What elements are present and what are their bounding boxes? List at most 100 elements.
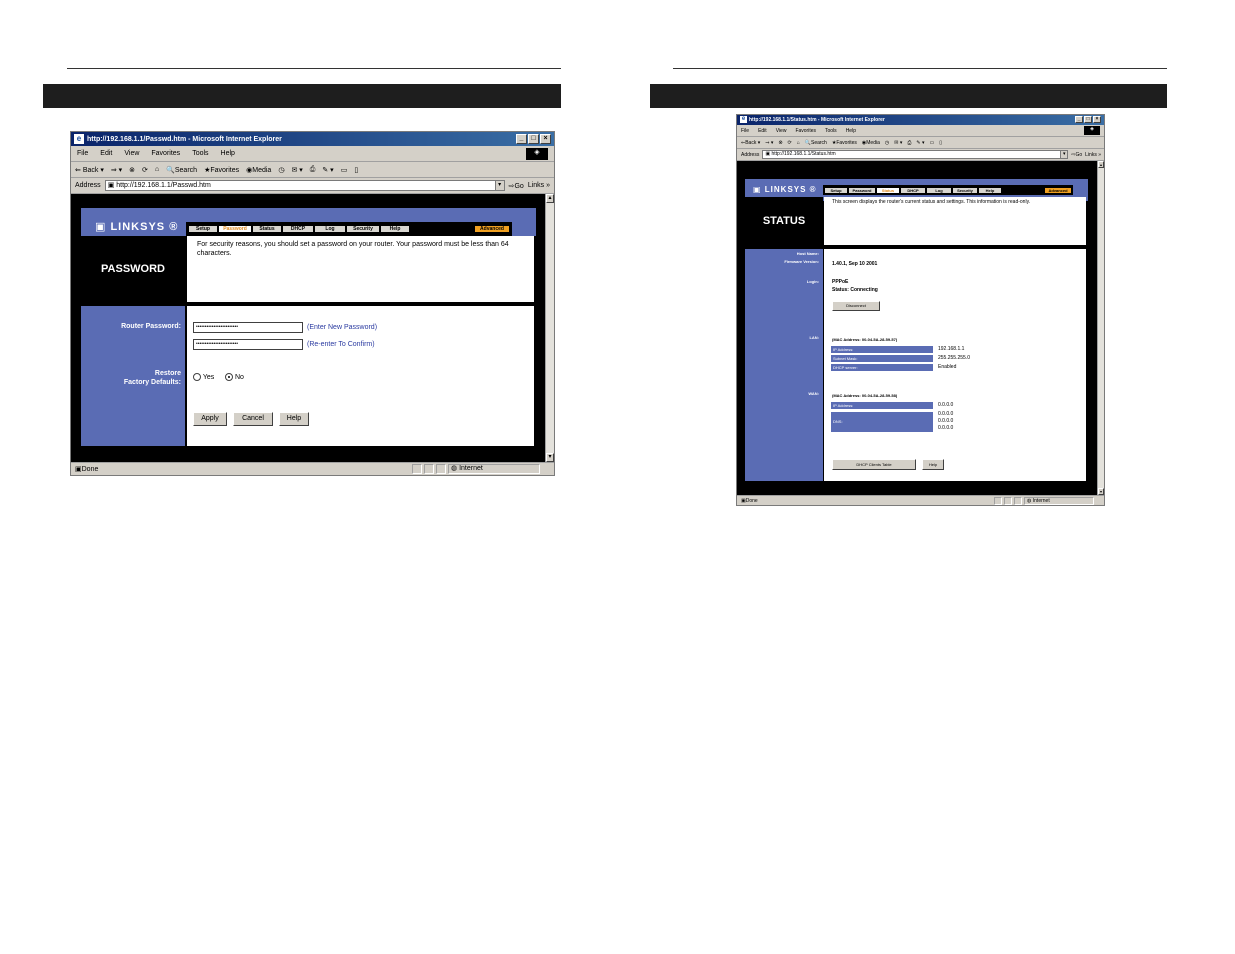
print-icon[interactable]: ⎙	[907, 140, 911, 146]
history-icon[interactable]: ◷	[885, 140, 889, 146]
tab-security[interactable]: Security	[347, 226, 379, 232]
refresh-icon[interactable]: ⟳	[142, 166, 148, 174]
tab-help[interactable]: Help	[381, 226, 409, 232]
edit-icon[interactable]: ✎ ▾	[322, 166, 333, 174]
tab-help[interactable]: Help	[979, 187, 1001, 193]
close-icon[interactable]: ×	[540, 134, 551, 144]
menu-edit[interactable]: Edit	[100, 150, 112, 157]
tab-advanced[interactable]: Advanced	[475, 226, 509, 232]
home-icon[interactable]: ⌂	[797, 140, 800, 146]
tab-status[interactable]: Status	[877, 187, 899, 193]
edit-icon[interactable]: ✎ ▾	[916, 140, 924, 146]
address-dropdown-icon[interactable]: ▾	[1060, 151, 1068, 158]
print-icon[interactable]: ⎙	[310, 166, 316, 174]
restore-no-option[interactable]: No	[225, 373, 244, 381]
back-button[interactable]: ⇐ Back ▾	[75, 166, 104, 174]
window-title-bar[interactable]: e http://192.168.1.1/Passwd.htm - Micros…	[71, 132, 554, 146]
page-content: ▣ LINKSYS ® Setup Password Status DHCP L…	[737, 161, 1104, 495]
tab-setup[interactable]: Setup	[825, 187, 847, 193]
menu-help[interactable]: Help	[221, 150, 235, 157]
scroll-up-icon[interactable]: ▴	[546, 194, 554, 203]
restore-no-radio[interactable]	[225, 373, 233, 381]
menu-view[interactable]: View	[776, 128, 787, 134]
tab-password[interactable]: Password	[219, 226, 251, 232]
vertical-scrollbar[interactable]: ▴ ▾	[1097, 161, 1104, 495]
minimize-icon[interactable]: _	[516, 134, 527, 144]
go-button[interactable]: ⇨Go	[509, 182, 524, 190]
close-icon[interactable]: ×	[1093, 116, 1101, 123]
disconnect-button[interactable]: Disconnect	[832, 301, 880, 311]
links-button[interactable]: Links »	[1085, 152, 1104, 158]
media-label: Media	[252, 166, 272, 174]
address-input[interactable]: ▣ http://192.168.1.1/Passwd.htm ▾	[104, 180, 505, 191]
discuss-icon[interactable]: ▭	[341, 166, 348, 174]
restore-yes-radio[interactable]	[193, 373, 201, 381]
mail-icon[interactable]: ✉ ▾	[894, 140, 902, 146]
menu-file[interactable]: File	[77, 150, 88, 157]
menu-edit[interactable]: Edit	[758, 128, 767, 134]
menu-view[interactable]: View	[124, 150, 139, 157]
messenger-icon[interactable]: ▯	[939, 140, 942, 146]
scroll-down-icon[interactable]: ▾	[546, 453, 554, 462]
stop-icon[interactable]: ⊗	[129, 166, 135, 174]
search-label: Search	[811, 139, 827, 146]
minimize-icon[interactable]: _	[1075, 116, 1083, 123]
menu-help[interactable]: Help	[846, 128, 856, 134]
cancel-button[interactable]: Cancel	[233, 412, 273, 426]
scroll-up-icon[interactable]: ▴	[1098, 161, 1104, 168]
scroll-down-icon[interactable]: ▾	[1098, 488, 1104, 495]
tab-setup[interactable]: Setup	[189, 226, 217, 232]
menu-favorites[interactable]: Favorites	[151, 150, 180, 157]
menu-bar: File Edit View Favorites Tools Help ◈	[71, 146, 554, 162]
tab-security[interactable]: Security	[953, 187, 977, 193]
help-button[interactable]: Help	[279, 412, 309, 426]
links-button[interactable]: Links »	[528, 182, 554, 189]
home-icon[interactable]: ⌂	[155, 166, 159, 173]
media-button[interactable]: ◉Media	[246, 166, 271, 174]
menu-favorites[interactable]: Favorites	[795, 128, 816, 134]
tab-status[interactable]: Status	[253, 226, 281, 232]
apply-button[interactable]: Apply	[193, 412, 227, 426]
history-icon[interactable]: ◷	[278, 166, 284, 174]
tab-log[interactable]: Log	[315, 226, 345, 232]
menu-tools[interactable]: Tools	[192, 150, 208, 157]
search-button[interactable]: 🔍Search	[166, 166, 197, 174]
forward-icon[interactable]: ⇒ ▾	[111, 166, 122, 174]
discuss-icon[interactable]: ▭	[929, 140, 934, 146]
menu-tools[interactable]: Tools	[825, 128, 837, 134]
forward-icon[interactable]: ⇒ ▾	[765, 140, 773, 146]
internet-zone: ◍ Internet	[448, 464, 540, 474]
address-dropdown-icon[interactable]: ▾	[494, 181, 504, 190]
messenger-icon[interactable]: ▯	[354, 166, 358, 174]
back-button[interactable]: ⇐Back ▾	[741, 140, 760, 146]
help-button[interactable]: Help	[922, 459, 944, 470]
tab-dhcp[interactable]: DHCP	[901, 187, 925, 193]
dhcp-clients-table-button[interactable]: DHCP Clients Table	[832, 459, 916, 470]
search-button[interactable]: 🔍Search	[805, 140, 827, 146]
menu-file[interactable]: File	[741, 128, 749, 134]
zone-label: Internet	[459, 465, 483, 472]
tab-dhcp[interactable]: DHCP	[283, 226, 313, 232]
restore-yes-option[interactable]: Yes	[193, 373, 214, 381]
address-input[interactable]: ▣ http://192.168.1.1/Status.htm ▾	[762, 150, 1069, 159]
media-button[interactable]: ◉Media	[862, 140, 880, 146]
confirm-password-input[interactable]: ••••••••••••••••••••••••	[193, 339, 303, 350]
vertical-scrollbar[interactable]: ▴ ▾	[545, 194, 554, 462]
stop-icon[interactable]: ⊗	[778, 140, 782, 146]
linksys-logo: ▣ LINKSYS ®	[95, 221, 179, 233]
maximize-icon[interactable]: □	[1084, 116, 1092, 123]
favorites-button[interactable]: ★Favorites	[204, 166, 239, 174]
tab-advanced[interactable]: Advanced	[1045, 187, 1071, 193]
favorites-button[interactable]: ★Favorites	[832, 140, 857, 146]
go-button[interactable]: ⇨Go	[1071, 152, 1082, 158]
refresh-icon[interactable]: ⟳	[788, 140, 792, 146]
mail-icon[interactable]: ✉ ▾	[291, 166, 302, 174]
tab-log[interactable]: Log	[927, 187, 951, 193]
maximize-icon[interactable]: □	[528, 134, 539, 144]
router-password-input[interactable]: ••••••••••••••••••••••••	[193, 322, 303, 333]
window-title-bar[interactable]: e http://192.168.1.1/Status.htm - Micros…	[737, 115, 1104, 125]
address-value: http://192.168.1.1/Status.htm	[771, 151, 836, 157]
status-cell	[1014, 496, 1022, 505]
tab-password[interactable]: Password	[849, 187, 875, 193]
firmware-version-label: Firmware Version:	[784, 259, 819, 264]
